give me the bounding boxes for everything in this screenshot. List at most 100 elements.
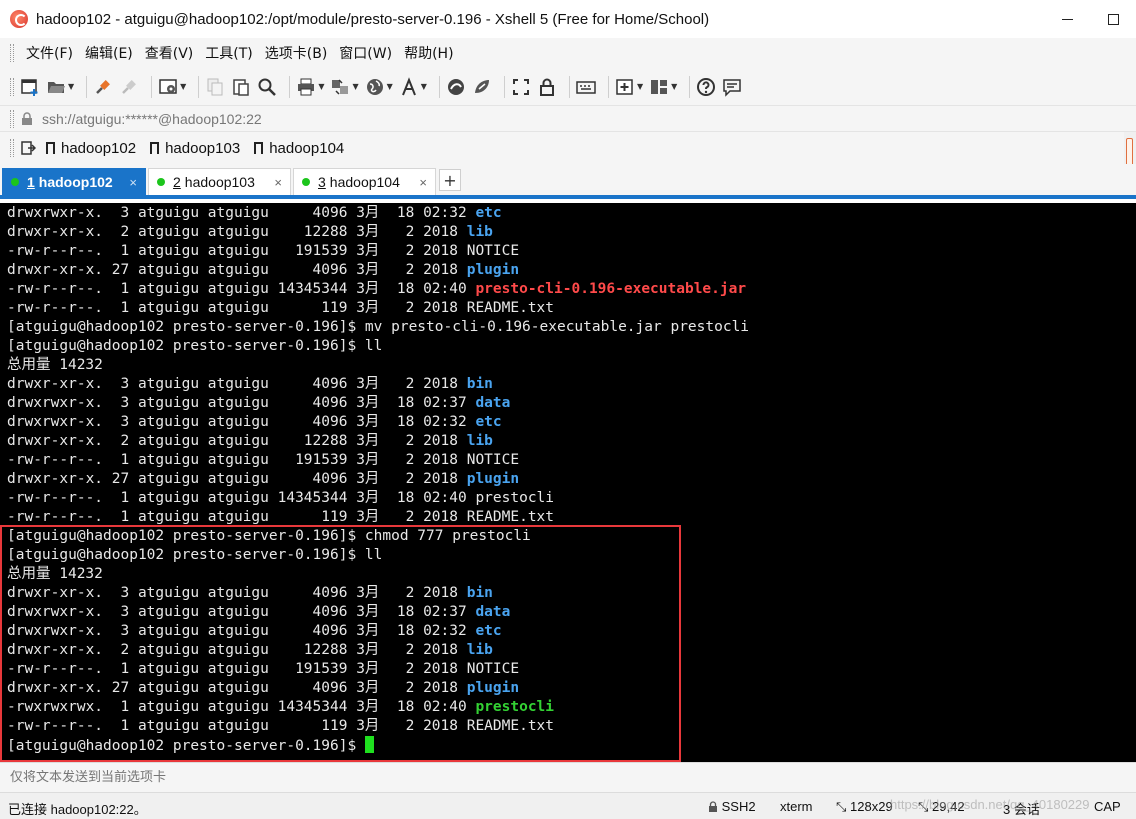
properties-icon [159, 78, 177, 94]
menu-tabs[interactable]: 选项卡(B) [259, 43, 334, 63]
dropdown-arrow-icon: ▼ [636, 82, 644, 91]
terminal-output[interactable]: drwxrwxr-x. 3 atguigu atguigu 4096 3月 18… [0, 203, 1136, 762]
terminal-text: -rw-r--r--. 1 atguigu atguigu 14345344 3… [7, 490, 555, 506]
menu-edit[interactable]: 编辑(E) [79, 43, 139, 63]
send-text-input[interactable] [10, 770, 610, 785]
terminal-line: -rw-r--r--. 1 atguigu atguigu 191539 3月 … [7, 242, 1136, 261]
terminal-line: -rw-r--r--. 1 atguigu atguigu 191539 3月 … [7, 451, 1136, 470]
connection-status: 已连接 hadoop102:22。 [8, 802, 147, 817]
terminal-line: [atguigu@hadoop102 presto-server-0.196]$… [7, 527, 1136, 546]
properties-button[interactable]: ▼ [158, 74, 186, 100]
lock-icon [709, 801, 717, 812]
minimize-button[interactable] [1044, 0, 1090, 38]
print-button[interactable]: ▼ [296, 74, 324, 100]
paste-button[interactable] [231, 74, 251, 100]
menu-help[interactable]: 帮助(H) [398, 43, 459, 63]
menu-tools[interactable]: 工具(T) [199, 43, 258, 63]
globe-button[interactable]: ▼ [365, 74, 393, 100]
tab-close-icon[interactable]: × [274, 175, 282, 190]
terminal-line: drwxr-xr-x. 2 atguigu atguigu 12288 3月 2… [7, 432, 1136, 451]
lock-button[interactable] [537, 74, 557, 100]
layout-button[interactable]: ▼ [649, 74, 677, 100]
terminal-line: -rwxrwxrwx. 1 atguigu atguigu 14345344 3… [7, 698, 1136, 717]
chat-button[interactable] [722, 74, 742, 100]
terminal-text: [atguigu@hadoop102 presto-server-0.196]$… [7, 547, 383, 563]
plug-icon [96, 79, 111, 94]
xshell-app-icon [10, 10, 28, 28]
transfer-button[interactable]: ▼ [330, 74, 359, 100]
bookmark-icon [254, 142, 264, 154]
keyboard-button[interactable] [576, 74, 596, 100]
terminal-text: -rw-r--r--. 1 atguigu atguigu 191539 3月 … [7, 243, 520, 259]
terminal-line: drwxr-xr-x. 3 atguigu atguigu 4096 3月 2 … [7, 375, 1136, 394]
dropdown-arrow-icon: ▼ [180, 82, 187, 91]
xmanager-button[interactable] [472, 74, 492, 100]
tab-hadoop102[interactable]: 1 hadoop102 × [2, 168, 146, 195]
disconnect-button[interactable] [119, 74, 139, 100]
terminal-text: [atguigu@hadoop102 presto-server-0.196]$ [7, 738, 365, 754]
xftp-icon [447, 78, 464, 95]
font-button[interactable]: ▼ [399, 74, 427, 100]
terminal-text: [atguigu@hadoop102 presto-server-0.196]$… [7, 338, 383, 354]
toolbar-grip-icon [10, 77, 14, 96]
toolbar-separator [198, 75, 200, 98]
terminal-text: drwxr-xr-x. 3 atguigu atguigu 4096 3月 2 … [7, 585, 467, 601]
folder-open-icon [48, 81, 65, 93]
new-session-icon [21, 78, 38, 96]
terminal-text: -rw-r--r--. 1 atguigu atguigu 119 3月 2 2… [7, 300, 555, 316]
terminal-text: drwxrwxr-x. 3 atguigu atguigu 4096 3月 18… [7, 205, 476, 221]
link-hadoop103[interactable]: hadoop103 [150, 140, 240, 157]
toolbar-separator [86, 75, 88, 98]
dropdown-arrow-icon: ▼ [420, 82, 427, 91]
dropdown-arrow-icon: ▼ [352, 82, 359, 91]
tab-label: hadoop102 [38, 174, 113, 190]
tab-hadoop104[interactable]: 3 hadoop104 × [293, 168, 436, 195]
window-title: hadoop102 - atguigu@hadoop102:/opt/modul… [36, 10, 710, 28]
help-button[interactable] [696, 74, 716, 100]
status-bar: 已连接 hadoop102:22。 SSH2 xterm ⤡ 128x29 ⤡ … [0, 792, 1136, 819]
address-input[interactable]: ssh://atguigu:******@hadoop102:22 [42, 111, 262, 127]
new-session-button[interactable] [20, 74, 40, 100]
terminal-line: [atguigu@hadoop102 presto-server-0.196]$… [7, 318, 1136, 337]
layout-icon [651, 79, 668, 94]
fullscreen-button[interactable] [511, 74, 531, 100]
protocol-status: SSH2 [708, 799, 756, 814]
terminal-colored-filename: data [475, 604, 511, 620]
link-label: hadoop102 [61, 139, 137, 157]
maximize-button[interactable] [1090, 0, 1136, 38]
tab-hadoop103[interactable]: 2 hadoop103 × [148, 168, 291, 195]
link-hadoop102[interactable]: hadoop102 [46, 140, 136, 157]
tab-close-icon[interactable]: × [129, 175, 137, 190]
menu-bar: 文件(F) 编辑(E) 查看(V) 工具(T) 选项卡(B) 窗口(W) 帮助(… [0, 38, 1136, 68]
terminal-text: drwxr-xr-x. 2 atguigu atguigu 12288 3月 2… [7, 433, 467, 449]
dropdown-arrow-icon: ▼ [318, 82, 325, 91]
disconnect-icon [122, 79, 137, 94]
open-button[interactable]: ▼ [46, 74, 74, 100]
link-hadoop104[interactable]: hadoop104 [254, 140, 344, 157]
xftp-button[interactable] [446, 74, 466, 100]
resize-icon: ⤡ [836, 799, 847, 814]
terminal-line: -rw-r--r--. 1 atguigu atguigu 14345344 3… [7, 489, 1136, 508]
connected-status-icon [11, 178, 19, 186]
links-menu-icon[interactable] [20, 140, 36, 156]
new-tab-button[interactable]: ▼ [615, 74, 643, 100]
terminal-line: [atguigu@hadoop102 presto-server-0.196]$… [7, 546, 1136, 565]
menu-view[interactable]: 查看(V) [139, 43, 200, 63]
menu-window[interactable]: 窗口(W) [333, 43, 398, 63]
reconnect-button[interactable] [93, 74, 113, 100]
terminal-colored-filename: etc [475, 623, 502, 639]
toolbar-separator [568, 75, 570, 98]
terminal-text: drwxr-xr-x. 27 atguigu atguigu 4096 3月 2… [7, 262, 467, 278]
fullscreen-icon [512, 78, 529, 95]
add-tab-button[interactable]: + [439, 169, 461, 191]
menu-file[interactable]: 文件(F) [20, 43, 79, 63]
terminal-line: drwxrwxr-x. 3 atguigu atguigu 4096 3月 18… [7, 413, 1136, 432]
terminal-text: 总用量 14232 [7, 357, 103, 373]
tab-label: hadoop104 [329, 174, 400, 190]
terminal-text: [atguigu@hadoop102 presto-server-0.196]$… [7, 528, 531, 544]
copy-button[interactable] [205, 74, 225, 100]
terminal-text: drwxrwxr-x. 3 atguigu atguigu 4096 3月 18… [7, 414, 476, 430]
copy-icon [207, 78, 223, 95]
find-button[interactable] [257, 74, 277, 100]
tab-close-icon[interactable]: × [419, 175, 427, 190]
